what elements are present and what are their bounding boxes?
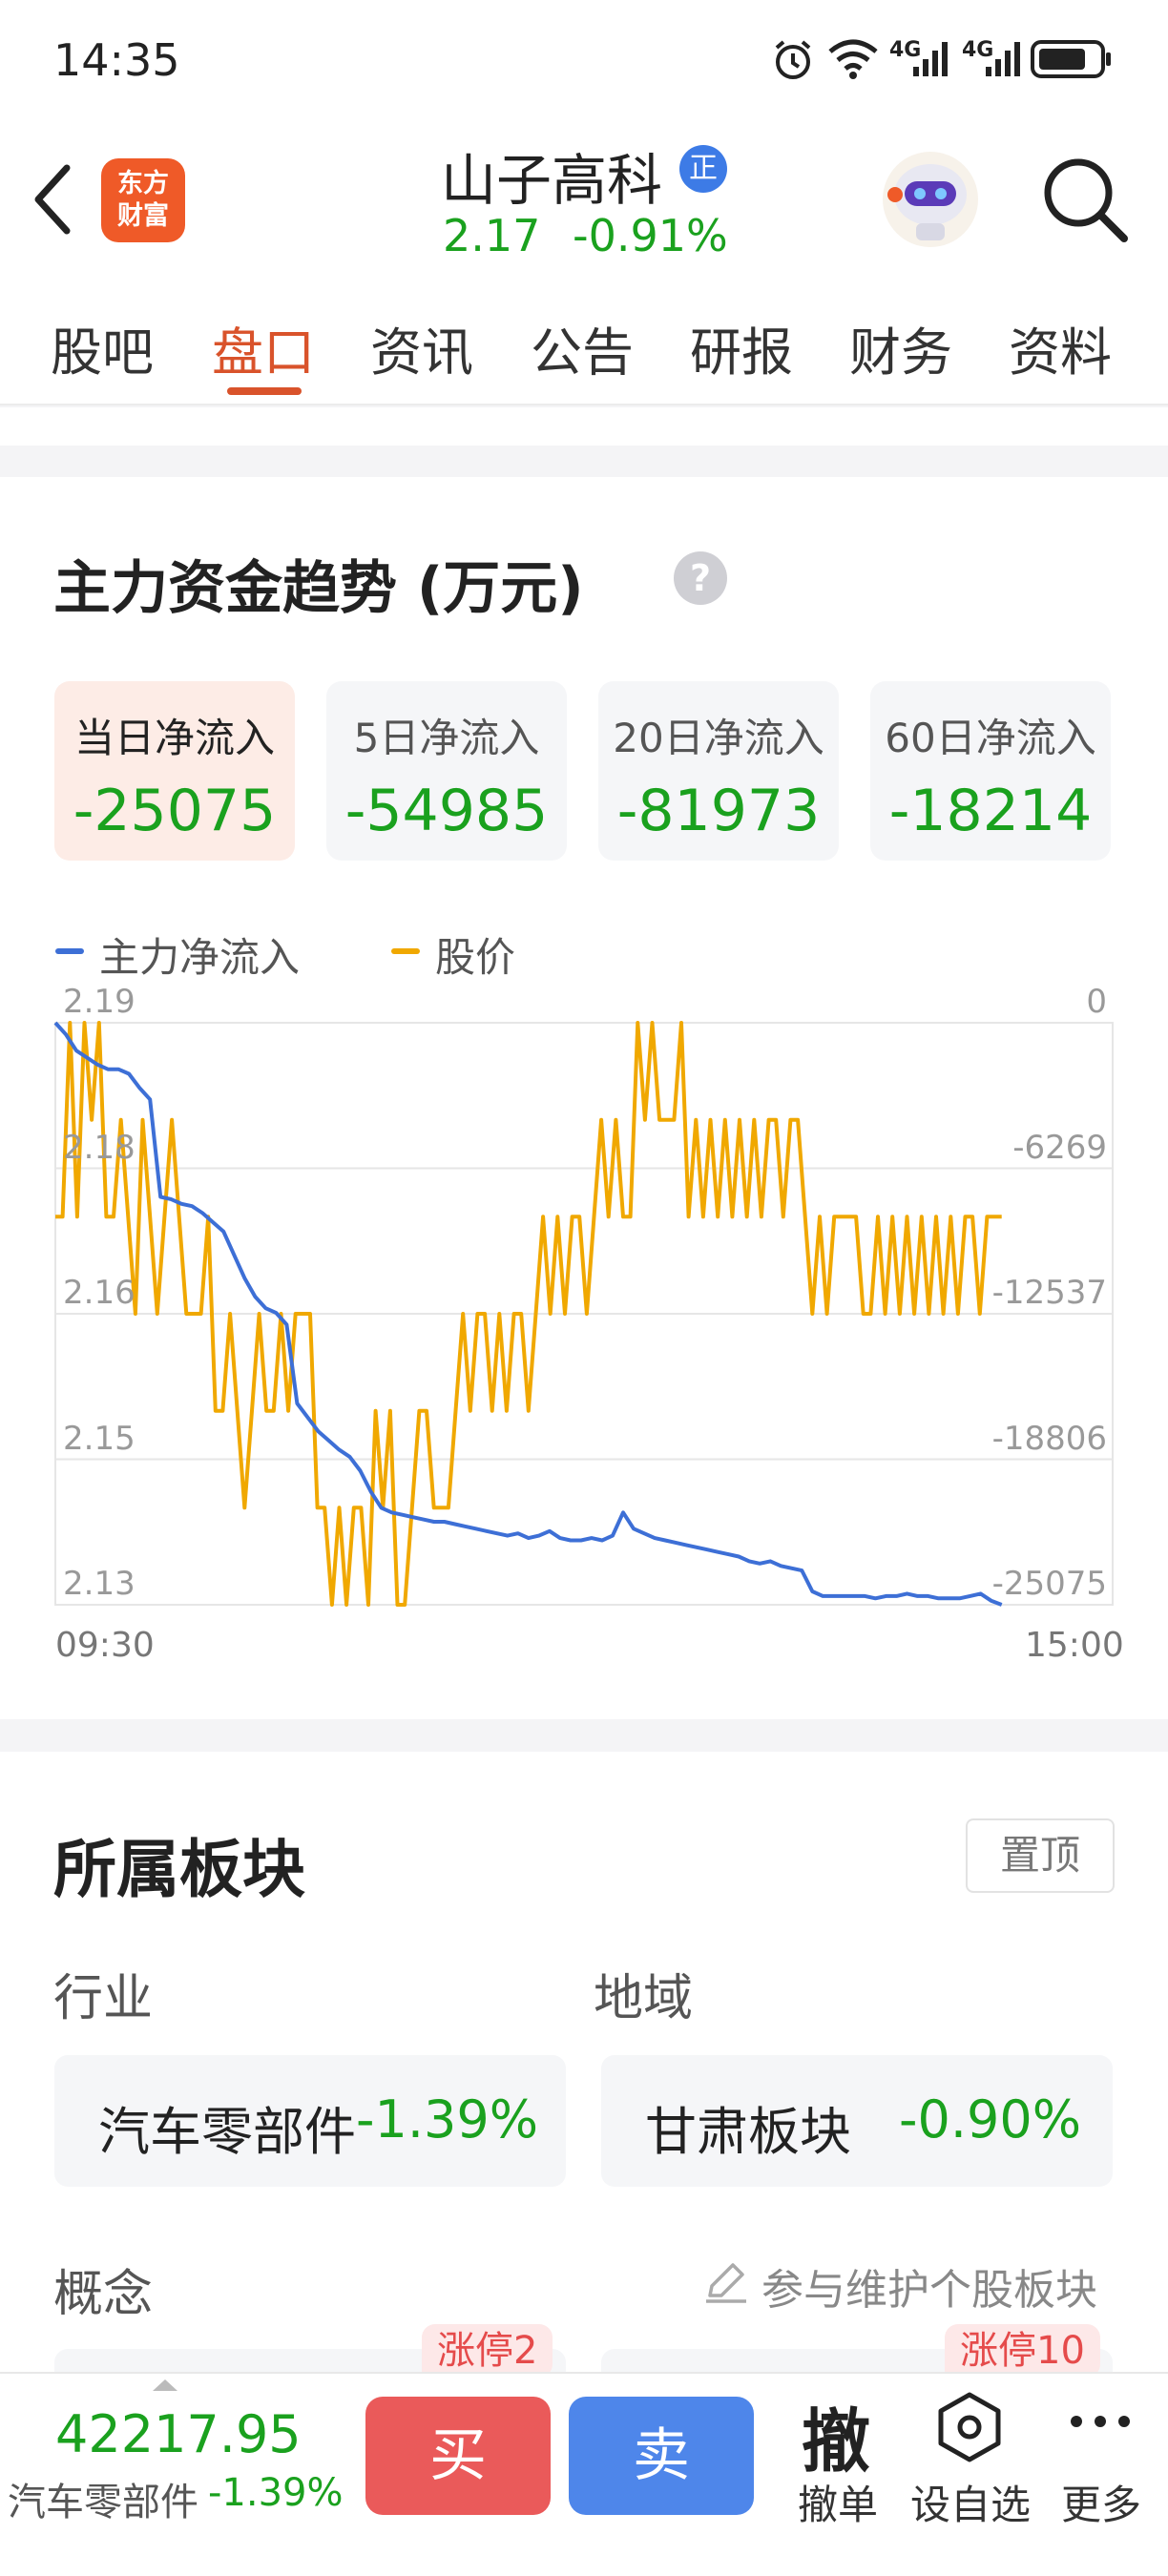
add-watchlist-label[interactable]: 设自选 xyxy=(910,2473,1031,2531)
limit-up-badge: 涨停10 xyxy=(945,2324,1100,2378)
region-sector[interactable]: 甘肃板块 -0.90% xyxy=(601,2055,1113,2187)
tab-finance[interactable]: 财务 xyxy=(849,310,952,385)
flow-box-20d[interactable]: 20日净流入 -81973 xyxy=(598,681,839,861)
active-tab-indicator xyxy=(227,387,302,395)
flow-box-60d[interactable]: 60日净流入 -18214 xyxy=(870,681,1111,861)
left-axis-tick: 2.16 xyxy=(63,1274,136,1312)
expand-up-icon[interactable] xyxy=(151,2378,179,2393)
tab-news[interactable]: 资讯 xyxy=(370,310,473,385)
legend-swatch-price xyxy=(391,948,420,954)
signal-icon xyxy=(986,42,1020,76)
tab-pankou[interactable]: 盘口 xyxy=(212,310,315,385)
status-time: 14:35 xyxy=(53,34,180,86)
stock-header: 东方 财富 山子高科 正 2.17 -0.91% xyxy=(0,124,1168,281)
left-axis-tick: 2.15 xyxy=(63,1419,136,1458)
legend-swatch-flow xyxy=(55,948,84,954)
pin-top-button[interactable]: 置顶 xyxy=(966,1818,1115,1893)
region-label: 地域 xyxy=(594,1970,694,2027)
edit-icon[interactable] xyxy=(702,2257,750,2305)
left-axis-tick: 2.13 xyxy=(63,1565,136,1603)
spacer xyxy=(0,407,1168,446)
app-logo[interactable]: 东方 财富 xyxy=(101,158,185,242)
help-icon[interactable]: ? xyxy=(674,551,727,605)
tab-announcements[interactable]: 公告 xyxy=(531,310,634,385)
buy-button[interactable]: 买 xyxy=(365,2397,551,2515)
flow-value: -25075 xyxy=(73,778,277,844)
tab-profile[interactable]: 资料 xyxy=(1009,310,1112,385)
industry-name: 汽车零部件 xyxy=(98,2102,356,2162)
industry-sector[interactable]: 汽车零部件 -1.39% xyxy=(54,2055,566,2187)
add-watchlist-icon[interactable] xyxy=(933,2391,1006,2463)
maintain-sectors-link[interactable]: 参与维护个股板块 xyxy=(761,2255,1097,2316)
tab-guba[interactable]: 股吧 xyxy=(51,310,154,385)
more-icon[interactable] xyxy=(1069,2412,1132,2431)
flow-box-5d[interactable]: 5日净流入 -54985 xyxy=(326,681,567,861)
concept-label: 概念 xyxy=(53,2266,154,2323)
alarm-icon xyxy=(775,40,811,79)
region-name: 甘肃板块 xyxy=(645,2102,851,2162)
flow-value: -81973 xyxy=(616,778,821,844)
fund-trend-title: 主力资金趋势 (万元) xyxy=(53,555,584,622)
flow-box-today[interactable]: 当日净流入 -25075 xyxy=(54,681,295,861)
status-bar: 14:35 4G 4G xyxy=(0,0,1168,124)
flow-value: -18214 xyxy=(888,778,1093,844)
more-label[interactable]: 更多 xyxy=(1061,2473,1141,2531)
flow-value: -54985 xyxy=(344,778,549,844)
wifi-icon xyxy=(828,39,878,79)
flow-label: 60日净流入 xyxy=(885,715,1096,761)
industry-label: 行业 xyxy=(53,1970,154,2027)
stock-change: -0.91% xyxy=(573,210,728,261)
logo-line: 东方 xyxy=(117,169,169,198)
robot-assistant-icon[interactable] xyxy=(878,147,983,252)
tab-research[interactable]: 研报 xyxy=(690,310,793,385)
legend-label-price: 股价 xyxy=(435,934,516,981)
flow-label: 20日净流入 xyxy=(613,715,824,761)
region-change: -0.90% xyxy=(899,2089,1082,2150)
right-axis-tick: -18806 xyxy=(991,1419,1107,1458)
x-axis-end: 15:00 xyxy=(1025,1626,1124,1665)
right-axis-tick: -12537 xyxy=(991,1274,1107,1312)
limit-up-badge: 涨停2 xyxy=(422,2324,553,2378)
sell-button[interactable]: 卖 xyxy=(569,2397,754,2515)
battery-icon xyxy=(1031,40,1111,78)
right-axis-tick: -6269 xyxy=(1012,1128,1107,1167)
sectors-title: 所属板块 xyxy=(53,1833,305,1906)
x-axis-start: 09:30 xyxy=(55,1626,155,1665)
index-value[interactable]: 42217.95 xyxy=(55,2404,302,2464)
flow-label: 5日净流入 xyxy=(353,715,540,761)
left-axis-tick: 2.18 xyxy=(63,1128,136,1167)
stock-price: 2.17 xyxy=(443,210,541,261)
right-axis-tick: 0 xyxy=(1086,983,1107,1021)
search-icon[interactable] xyxy=(1040,155,1132,246)
legend-label-flow: 主力净流入 xyxy=(99,934,301,981)
back-icon[interactable] xyxy=(31,162,74,237)
verified-badge: 正 xyxy=(679,145,727,193)
cancel-order-icon[interactable]: 撤 xyxy=(802,2385,870,2485)
industry-change: -1.39% xyxy=(356,2089,539,2150)
index-name: 汽车零部件 xyxy=(8,2481,198,2524)
right-axis-tick: -25075 xyxy=(991,1565,1107,1603)
tab-bar: 股吧 盘口 资讯 公告 研报 财务 资料 xyxy=(0,281,1168,405)
signal-icon xyxy=(913,42,948,76)
index-change: -1.39% xyxy=(208,2471,344,2515)
logo-line: 财富 xyxy=(117,201,169,231)
cancel-order-label[interactable]: 撤单 xyxy=(798,2473,878,2531)
flow-label: 当日净流入 xyxy=(73,715,275,761)
left-axis-tick: 2.19 xyxy=(63,983,136,1021)
stock-name: 山子高科 xyxy=(441,148,663,213)
